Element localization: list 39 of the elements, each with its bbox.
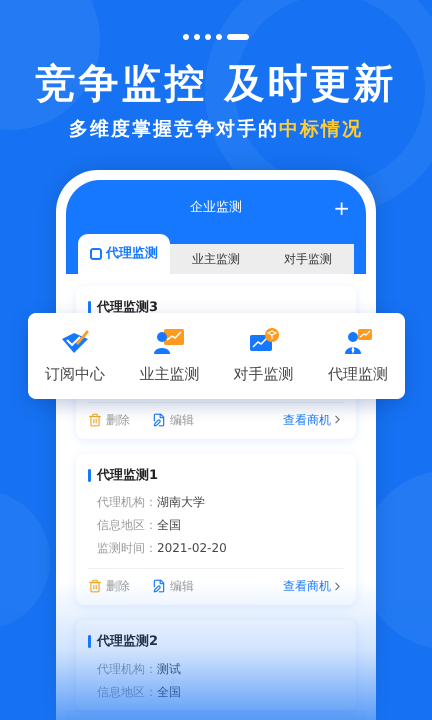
person-chart-icon — [342, 326, 373, 355]
delete-button[interactable]: 删除 — [88, 577, 130, 595]
accent-bar — [88, 301, 91, 314]
field-value: 全国 — [157, 518, 181, 533]
screen-title: 企业监测 — [190, 199, 242, 218]
menu-item[interactable]: 对手监测 — [234, 326, 294, 386]
card-title: 代理监测2 — [97, 633, 158, 651]
delete-button[interactable]: 删除 — [88, 410, 130, 428]
field-value: 全国 — [157, 684, 181, 700]
card-title: 代理监测1 — [97, 466, 158, 484]
subtitle: 多维度掌握竞争对手的中标情况 — [69, 117, 363, 142]
person-chart-icon — [153, 326, 186, 355]
headline: 竞争监控 及时更新 — [36, 60, 396, 108]
trash-icon — [88, 579, 102, 593]
tab[interactable]: 业主监测 — [170, 244, 262, 274]
field-value: 测试 — [157, 662, 181, 676]
edit-button[interactable]: 编辑 — [152, 410, 194, 428]
edit-icon — [152, 412, 166, 426]
card-title: 代理监测3 — [97, 299, 158, 317]
field-label: 代理机构： — [97, 495, 157, 510]
edit-icon — [152, 579, 166, 593]
add-button[interactable]: + — [333, 200, 350, 216]
trash-icon — [88, 412, 102, 426]
view-opportunities-link[interactable]: 查看商机 — [283, 410, 344, 428]
menu-item[interactable]: 业主监测 — [139, 326, 200, 386]
accent-bar — [88, 635, 91, 648]
field-value: 2021-02-20 — [157, 541, 227, 556]
field-label: 信息地区： — [97, 518, 157, 533]
tab[interactable]: 对手监测 — [262, 244, 354, 274]
edit-button[interactable]: 编辑 — [152, 577, 194, 595]
field-label: 监测时间： — [97, 541, 157, 556]
field-label: 代理机构： — [97, 662, 157, 676]
tab[interactable]: 代理监测 — [78, 234, 170, 274]
monitor-icon — [90, 248, 102, 260]
menu-item[interactable]: 订阅中心 — [45, 326, 106, 386]
menu-item[interactable]: 代理监测 — [328, 326, 388, 386]
accent-bar — [88, 468, 91, 482]
field-value: 湖南大学 — [157, 495, 205, 510]
view-opportunities-link[interactable]: 查看商机 — [283, 577, 344, 595]
